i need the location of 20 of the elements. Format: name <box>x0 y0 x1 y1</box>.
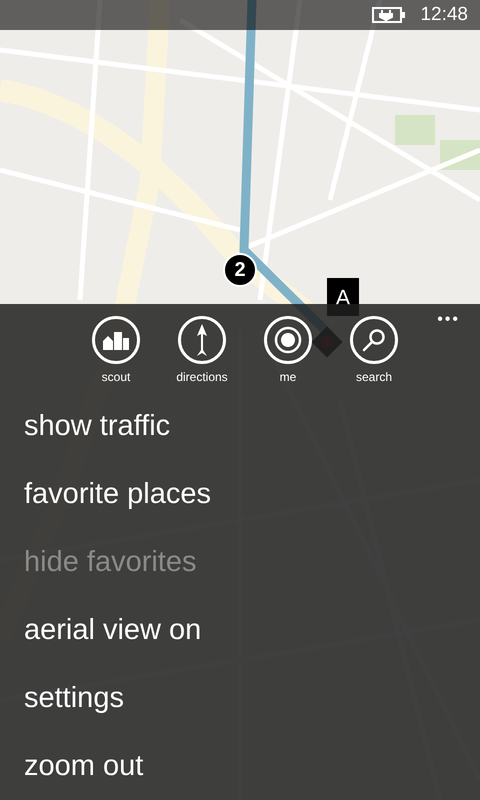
search-icon <box>362 328 386 352</box>
menu-item[interactable]: zoom out <box>24 732 480 800</box>
app-bar-button[interactable]: me <box>264 316 312 386</box>
app-bar-button[interactable]: search <box>350 316 398 386</box>
target-icon <box>274 326 302 354</box>
button-label: search <box>356 369 392 386</box>
buildings-icon <box>103 330 129 350</box>
menu-item[interactable]: favorite places <box>24 460 480 528</box>
more-button[interactable]: ••• <box>437 308 460 332</box>
button-label: me <box>280 369 296 386</box>
button-label: scout <box>102 369 130 386</box>
app-bar-button[interactable]: scout <box>92 316 140 386</box>
menu-item[interactable]: settings <box>24 664 480 732</box>
clock-time: 12:48 <box>420 2 468 27</box>
button-label: directions <box>176 369 228 386</box>
battery-charging-icon <box>372 7 406 24</box>
app-bar-button[interactable]: directions <box>178 316 226 386</box>
menu-item[interactable]: aerial view on <box>24 596 480 664</box>
menu-item[interactable]: show traffic <box>24 392 480 460</box>
arrow-up-icon <box>195 324 209 356</box>
